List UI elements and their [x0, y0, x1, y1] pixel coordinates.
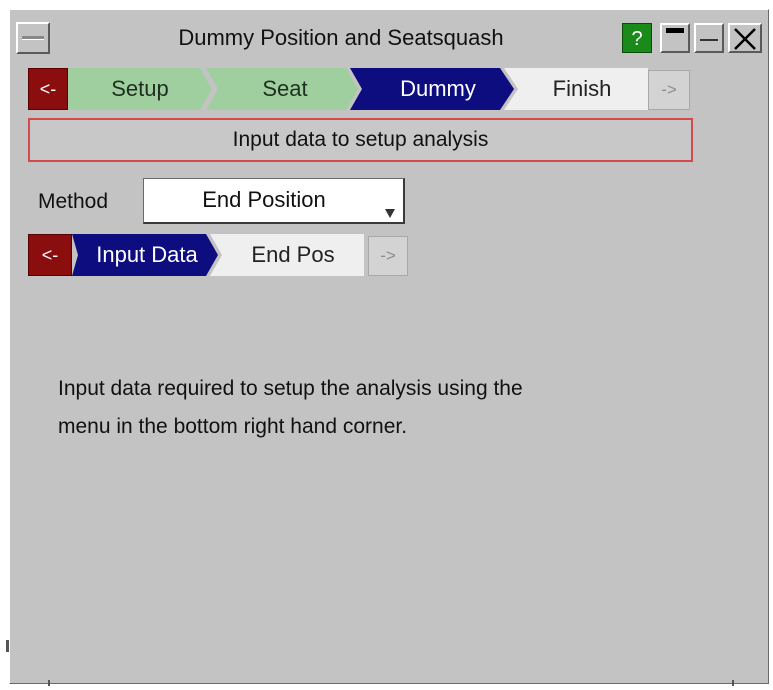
maximize-icon [700, 39, 718, 41]
info-line-1: Input data required to setup the analysi… [58, 377, 523, 400]
title-bar: Dummy Position and Seatsquash ? [10, 10, 768, 62]
maximize-button[interactable] [694, 23, 724, 53]
sub-next-button[interactable]: -> [368, 236, 408, 276]
minimize-button[interactable] [660, 23, 690, 53]
step-setup[interactable]: Setup [68, 68, 212, 110]
resize-tick-bottom-left [48, 680, 50, 686]
minimize-icon [666, 28, 684, 33]
system-menu-icon [22, 36, 44, 40]
wizard-step-bar: <- Setup Seat Dummy Finish -> [28, 68, 708, 110]
status-message: Input data to setup analysis [28, 118, 693, 162]
resize-tick-left [6, 640, 9, 652]
dialog-window: Dummy Position and Seatsquash ? <- Setup… [6, 9, 769, 686]
resize-tick-bottom-right [732, 680, 734, 686]
step-finish[interactable]: Finish [516, 68, 648, 110]
wizard-back-button[interactable]: <- [28, 68, 68, 110]
step-seat[interactable]: Seat [214, 68, 356, 110]
close-icon [734, 28, 756, 50]
method-dropdown[interactable]: End Position [143, 178, 405, 224]
wizard-next-button[interactable]: -> [648, 70, 690, 110]
help-button[interactable]: ? [622, 23, 652, 53]
step-dummy[interactable]: Dummy [362, 68, 514, 110]
sub-step-bar: <- Input Data End Pos -> [28, 234, 428, 276]
close-button[interactable] [728, 23, 762, 53]
info-line-2: menu in the bottom right hand corner. [58, 415, 408, 438]
window-title: Dummy Position and Seatsquash [178, 25, 504, 50]
system-menu-button[interactable] [16, 22, 50, 54]
substep-input-data[interactable]: Input Data [78, 234, 216, 276]
info-text: Input data required to setup the analysi… [58, 370, 698, 446]
method-label: Method [38, 190, 109, 213]
dropdown-caret-icon [385, 209, 395, 218]
method-selected-value: End Position [202, 187, 326, 212]
sub-back-button[interactable]: <- [28, 234, 72, 276]
substep-end-pos[interactable]: End Pos [222, 234, 364, 276]
